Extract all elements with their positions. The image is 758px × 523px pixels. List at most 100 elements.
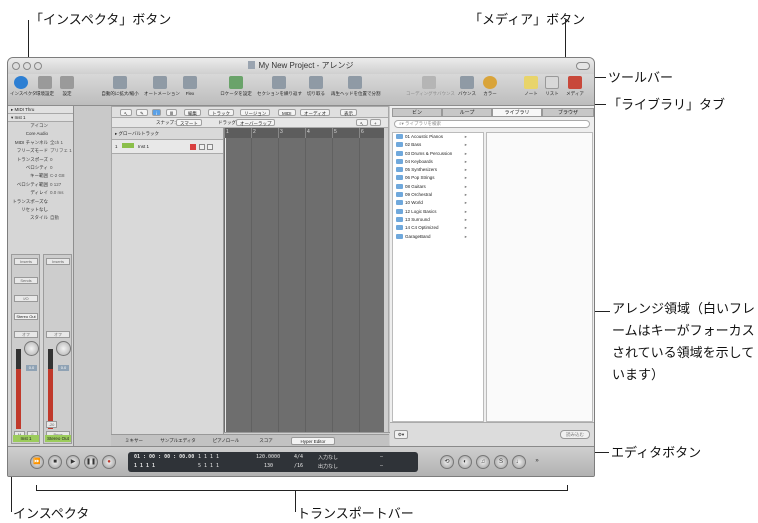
io-slot[interactable]: I/O	[14, 295, 38, 302]
menu-track[interactable]: トラック	[208, 109, 234, 116]
pan-knob[interactable]	[24, 341, 39, 356]
snap-select[interactable]: スマート	[176, 119, 202, 126]
inspector-row[interactable]: Core Audio	[8, 130, 73, 138]
list-item[interactable]: 08 Guitars ▸	[393, 183, 483, 191]
midi-thru-header[interactable]: ▸ MIDI Thru	[8, 106, 73, 114]
menu-edit[interactable]: 編集	[184, 109, 201, 116]
inspector-row[interactable]: ベロシティ範囲 0 127	[8, 181, 73, 189]
flex-button[interactable]: Flex	[179, 76, 201, 96]
mute-button[interactable]	[199, 144, 205, 150]
auto-zoom-button[interactable]: 自動的に拡大/縮小	[100, 76, 140, 97]
inspector-row[interactable]: トランスポーズなし	[8, 198, 73, 212]
inspector-row[interactable]: リセットなし	[8, 206, 73, 214]
solo-button[interactable]	[207, 144, 213, 150]
tab-loops[interactable]: ループ	[442, 108, 492, 117]
list-item[interactable]: 04 Keyboards ▸	[393, 158, 483, 166]
grid-tool[interactable]: Ⅲ	[166, 109, 178, 116]
inspector-row[interactable]: アイコン	[8, 122, 73, 130]
pointer-tool[interactable]: ↖	[120, 109, 132, 116]
list-item[interactable]: 05 Synthesizers ▸	[393, 166, 483, 174]
list-item[interactable]: 10 World ▸	[393, 199, 483, 207]
lists-button[interactable]: リスト	[543, 76, 561, 97]
hyper-editor-button[interactable]: Hyper Editor	[291, 437, 335, 445]
menu-view[interactable]: 表示	[340, 109, 357, 116]
toolbar-toggle-button[interactable]	[576, 62, 590, 70]
minimize-button[interactable]	[23, 62, 31, 70]
volume-fader[interactable]	[48, 349, 53, 429]
split-by-playhead-button[interactable]: 再生ヘッドを位置で分割	[331, 76, 381, 97]
list-item[interactable]: 13 Surround ▸	[393, 216, 483, 224]
more-button[interactable]: »	[530, 455, 544, 469]
inspector-row[interactable]: ディレイ 0.0 ms	[8, 189, 73, 197]
pencil-tool[interactable]: ✎	[136, 109, 148, 116]
tab-bin[interactable]: ビン	[392, 108, 442, 117]
info-tool[interactable]: i	[152, 109, 161, 116]
output-slot[interactable]: Stereo Out	[14, 313, 38, 320]
autopunch-button[interactable]: ◐	[458, 455, 472, 469]
zoom-button[interactable]	[34, 62, 42, 70]
vertical-scrollbar[interactable]	[384, 128, 388, 434]
forward-button[interactable]: ⏩	[30, 455, 44, 469]
list-item[interactable]: 06 Pop Strings ▸	[393, 174, 483, 182]
inserts-slot[interactable]: Inserts	[14, 258, 38, 265]
score-button[interactable]: スコア	[253, 437, 279, 445]
inspector-row[interactable]: ベロシティ 0	[8, 164, 73, 172]
pause-button[interactable]: ❚❚	[84, 455, 98, 469]
metronome-button[interactable]: ♩	[512, 455, 526, 469]
record-button[interactable]	[190, 144, 196, 150]
automation-mode[interactable]: オフ	[46, 331, 70, 338]
stop-button[interactable]: ■	[48, 455, 62, 469]
inspector-row[interactable]: スタイル 自動	[8, 214, 73, 222]
pan-knob[interactable]	[56, 341, 71, 356]
inspector-row[interactable]: MIDI チャンネル 全ch 1	[8, 139, 73, 147]
tab-browser[interactable]: ブラウザ	[542, 108, 594, 117]
inspector-button[interactable]: インスペクタ	[10, 76, 36, 97]
drag-select[interactable]: オーバーラップ	[236, 119, 276, 126]
menu-region[interactable]: リージョン	[240, 109, 271, 116]
mixer-button[interactable]: ミキサー	[119, 437, 149, 445]
track-lanes[interactable]	[224, 138, 386, 434]
pointer-select[interactable]: ↖	[356, 119, 368, 126]
list-item[interactable]: GarageBand ▸	[393, 233, 483, 241]
list-item[interactable]: 14 C4 Optimized ▸	[393, 224, 483, 232]
global-tracks-row[interactable]: ▸ グローバルトラック	[112, 128, 223, 140]
load-button[interactable]: 読み込む	[560, 430, 590, 439]
library-search-input[interactable]: ⌕▾ ライブラリを検索	[394, 120, 590, 128]
inspector-row[interactable]: キー範囲 C-2 G8	[8, 172, 73, 180]
record-button[interactable]: ●	[102, 455, 116, 469]
automation-button[interactable]: オートメーション	[144, 76, 180, 97]
list-item[interactable]: 12 Logic Basics ▸	[393, 208, 483, 216]
close-button[interactable]	[12, 62, 20, 70]
colors-button[interactable]: カラー	[481, 76, 499, 97]
piano-roll-button[interactable]: ピアノロール	[207, 437, 245, 445]
inserts-slot[interactable]: Inserts	[46, 258, 70, 265]
list-item[interactable]: 09 Orchestral ▸	[393, 191, 483, 199]
track-header[interactable]: ▾ Inst 1	[8, 114, 73, 122]
inspector-row[interactable]: フリーズモード プリフェ 1	[8, 147, 73, 155]
bounce-in-place-button[interactable]: コーディングサバウンス	[406, 76, 455, 97]
media-button[interactable]: メディア	[564, 76, 586, 97]
list-item[interactable]: 02 Bass ▸	[393, 141, 483, 149]
bar-ruler[interactable]: 1 2 3 4 5 6	[224, 128, 386, 138]
preferences-button[interactable]: 環境設定	[35, 76, 55, 97]
playhead[interactable]	[225, 138, 226, 434]
cycle-button[interactable]: ⟲	[440, 455, 454, 469]
transport-display[interactable]: 01 : 00 : 00 : 00.00 1 1 1 1 1 1 1 1 5 1…	[128, 452, 418, 472]
action-menu-button[interactable]: ⚙▾	[394, 430, 408, 439]
volume-fader[interactable]	[16, 349, 21, 429]
set-locators-button[interactable]: ロケータを設定	[218, 76, 254, 97]
inspector-row[interactable]: トランスポーズ 0	[8, 156, 73, 164]
notes-button[interactable]: ノート	[522, 76, 540, 97]
bounce-button[interactable]: バウンス	[456, 76, 478, 97]
solo-mode-button[interactable]: S	[494, 455, 508, 469]
crop-button[interactable]: 切り取る	[304, 76, 328, 97]
list-item[interactable]: 03 Drums & Percussion ▸	[393, 150, 483, 158]
repeat-section-button[interactable]: セクションを繰り返す	[257, 76, 302, 97]
tab-library[interactable]: ライブラリ	[492, 108, 542, 117]
list-item[interactable]: 01 Acoustic Pianos ▸	[393, 133, 483, 141]
track-row[interactable]: 1 Inst 1	[112, 140, 223, 154]
play-button[interactable]: ▶	[66, 455, 80, 469]
plus-tool[interactable]: +	[370, 119, 381, 126]
replace-button[interactable]: ♫	[476, 455, 490, 469]
menu-midi[interactable]: MIDI	[278, 109, 296, 116]
